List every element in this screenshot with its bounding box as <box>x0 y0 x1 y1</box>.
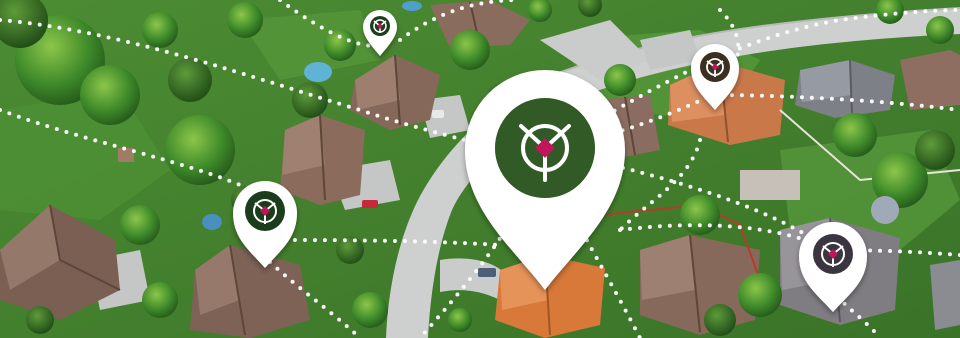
house-far-right-bottom <box>930 260 960 330</box>
aerial-neighborhood-scene <box>0 0 960 338</box>
pool <box>202 214 222 230</box>
aerial-map <box>0 0 960 338</box>
house-center-left <box>280 114 365 205</box>
car <box>432 110 444 118</box>
house-far-right-corner <box>900 50 960 110</box>
car <box>362 200 378 208</box>
shed <box>118 148 134 162</box>
pool <box>304 62 332 82</box>
car <box>478 268 496 277</box>
pool <box>402 1 422 11</box>
shed <box>740 170 800 200</box>
